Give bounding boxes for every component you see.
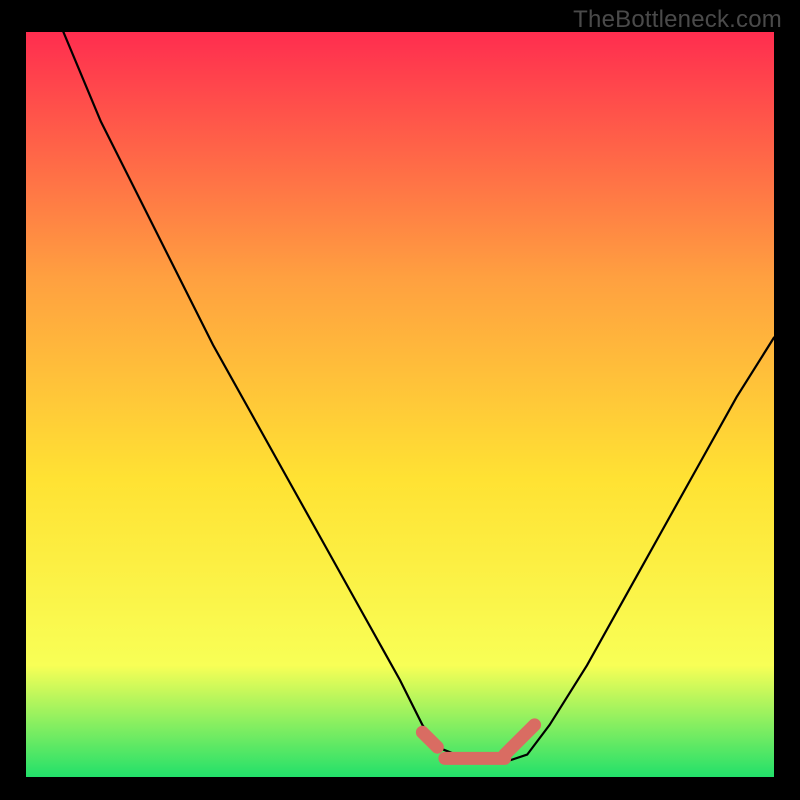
chart-svg	[26, 32, 774, 777]
gradient-background	[26, 32, 774, 777]
chart-area	[26, 32, 774, 777]
watermark-text: TheBottleneck.com	[573, 6, 782, 34]
